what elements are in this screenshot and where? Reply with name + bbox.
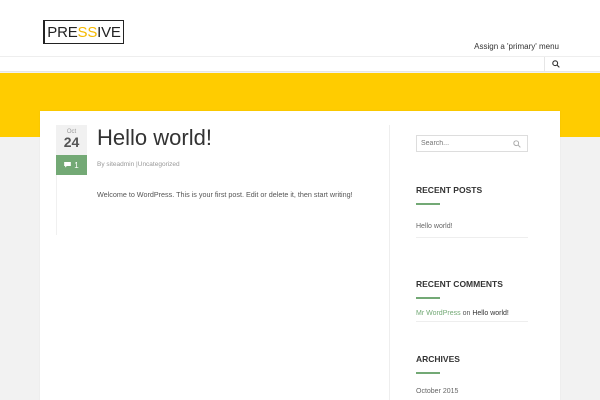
post-meta-by: By xyxy=(97,161,105,168)
header-divider xyxy=(0,56,600,57)
header-search-button[interactable] xyxy=(544,57,566,71)
recent-comment-item: Mr WordPress on Hello world! xyxy=(416,310,509,317)
recent-comments-separator xyxy=(416,321,528,322)
comment-icon xyxy=(64,162,72,168)
assign-primary-menu-link[interactable]: Assign a 'primary' menu xyxy=(474,42,559,51)
post-meta: By siteadmin |Uncategorized xyxy=(97,161,180,168)
recent-comment-on: on xyxy=(462,310,471,317)
recent-posts-title: RECENT POSTS xyxy=(416,185,483,195)
recent-comments-underline xyxy=(416,297,440,299)
archives-underline xyxy=(416,372,440,374)
recent-comment-post-link[interactable]: Hello world! xyxy=(472,310,509,317)
content-card: Oct 24 1 Hello world! By siteadmin |Unca… xyxy=(40,111,560,400)
recent-comment-author-link[interactable]: Mr WordPress xyxy=(416,310,461,317)
post-comments-link[interactable]: 1 xyxy=(56,155,87,175)
search-icon xyxy=(513,140,521,148)
sidebar-search-button[interactable] xyxy=(511,138,523,150)
recent-posts-underline xyxy=(416,203,440,205)
post-title[interactable]: Hello world! xyxy=(97,125,212,151)
post-date-day: 24 xyxy=(63,134,80,150)
sidebar-search-input[interactable] xyxy=(417,136,509,151)
post-category-link[interactable]: Uncategorized xyxy=(138,161,180,168)
post-excerpt: Welcome to WordPress. This is your first… xyxy=(97,190,353,199)
sidebar-divider xyxy=(389,125,390,400)
post-comment-count: 1 xyxy=(74,160,79,170)
archives-title: ARCHIVES xyxy=(416,354,460,364)
post-author-link[interactable]: siteadmin xyxy=(106,161,134,168)
post-side-line xyxy=(56,175,57,235)
search-icon xyxy=(551,60,560,68)
archive-link[interactable]: October 2015 xyxy=(416,388,458,395)
sidebar-search-form xyxy=(416,135,528,152)
logo-prefix: PRE xyxy=(47,23,78,41)
logo-accent: SS xyxy=(77,23,98,41)
logo-suffix: IVE xyxy=(97,23,121,41)
site-logo[interactable]: PRE SS IVE xyxy=(43,20,124,44)
recent-comments-title: RECENT COMMENTS xyxy=(416,279,503,289)
post-date: Oct 24 xyxy=(56,125,87,155)
recent-posts-separator xyxy=(416,237,528,238)
recent-post-link[interactable]: Hello world! xyxy=(416,223,453,230)
site-header: PRE SS IVE Assign a 'primary' menu xyxy=(0,0,600,72)
